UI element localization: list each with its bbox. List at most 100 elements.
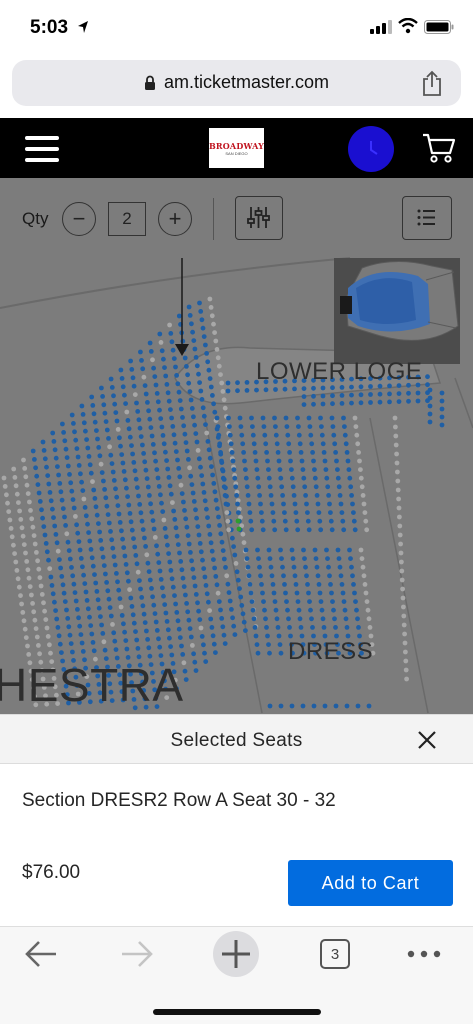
- seat-dot[interactable]: [73, 437, 79, 443]
- seat-dot[interactable]: [65, 539, 71, 545]
- seat-dot[interactable]: [12, 475, 18, 480]
- seat-dot[interactable]: [184, 601, 190, 606]
- seat-dot[interactable]: [396, 505, 402, 511]
- seat-dot[interactable]: [233, 561, 239, 566]
- seat-dot[interactable]: [184, 524, 190, 530]
- seat-dot[interactable]: [349, 564, 354, 570]
- seat-dot[interactable]: [144, 476, 150, 481]
- seat-dot[interactable]: [362, 582, 368, 587]
- seat-dot[interactable]: [249, 415, 254, 421]
- seat-dot[interactable]: [120, 384, 126, 390]
- seat-dot[interactable]: [273, 424, 278, 429]
- seat-dot[interactable]: [239, 603, 245, 608]
- seat-dot[interactable]: [92, 419, 98, 425]
- seat-dot[interactable]: [193, 592, 199, 597]
- seat-dot[interactable]: [300, 703, 306, 709]
- seat-dot[interactable]: [39, 507, 44, 513]
- seat-dot[interactable]: [316, 510, 322, 515]
- seat-dot[interactable]: [295, 415, 300, 421]
- seat-dot[interactable]: [229, 607, 234, 612]
- seat-dot[interactable]: [400, 595, 406, 601]
- seat-dot[interactable]: [232, 632, 238, 637]
- seat-dot[interactable]: [72, 429, 77, 435]
- seat-dot[interactable]: [238, 424, 244, 429]
- seat-dot[interactable]: [123, 638, 129, 643]
- seat-dot[interactable]: [122, 553, 128, 559]
- seat-dot[interactable]: [25, 491, 31, 496]
- seat-dot[interactable]: [184, 448, 190, 454]
- seat-dot[interactable]: [333, 703, 339, 709]
- seat-dot[interactable]: [12, 551, 17, 556]
- seat-dot[interactable]: [286, 616, 291, 622]
- seat-dot[interactable]: [221, 632, 227, 638]
- seat-dot[interactable]: [154, 543, 159, 549]
- seat-dot[interactable]: [217, 523, 223, 528]
- seat-dot[interactable]: [185, 372, 191, 378]
- seat-dot[interactable]: [132, 544, 138, 550]
- seat-dot[interactable]: [76, 539, 82, 544]
- seat-dot[interactable]: [362, 510, 368, 515]
- seat-dot[interactable]: [351, 518, 357, 524]
- seat-dot[interactable]: [146, 569, 152, 574]
- seat-dot[interactable]: [131, 460, 137, 465]
- seat-dot[interactable]: [142, 620, 148, 625]
- seat-dot[interactable]: [173, 601, 179, 607]
- seat-dot[interactable]: [427, 411, 433, 417]
- seat-dot[interactable]: [36, 643, 41, 648]
- seat-dot[interactable]: [115, 503, 121, 508]
- seat-dot[interactable]: [47, 490, 53, 495]
- seat-dot[interactable]: [141, 611, 147, 617]
- seat-dot[interactable]: [235, 518, 241, 524]
- seat-dot[interactable]: [244, 556, 250, 561]
- seat-dot[interactable]: [211, 321, 216, 327]
- seat-dot[interactable]: [293, 510, 299, 515]
- seat-dot[interactable]: [138, 349, 143, 355]
- seat-dot[interactable]: [67, 472, 72, 477]
- seat-dot[interactable]: [341, 599, 347, 604]
- seat-dot[interactable]: [223, 501, 229, 507]
- seat-dot[interactable]: [98, 461, 104, 467]
- seat-dot[interactable]: [74, 446, 80, 451]
- seat-dot[interactable]: [212, 489, 218, 495]
- seat-dot[interactable]: [159, 348, 165, 354]
- seat-dot[interactable]: [187, 389, 193, 394]
- seat-dot[interactable]: [272, 415, 277, 421]
- seat-dot[interactable]: [125, 418, 131, 423]
- seat-dot[interactable]: [305, 518, 311, 524]
- seat-dot[interactable]: [268, 493, 274, 498]
- seat-dot[interactable]: [425, 382, 430, 388]
- seat-dot[interactable]: [306, 527, 312, 533]
- seat-dot[interactable]: [130, 375, 136, 381]
- seat-dot[interactable]: [61, 430, 66, 435]
- seat-dot[interactable]: [94, 428, 99, 433]
- seat-dot[interactable]: [307, 424, 313, 429]
- seat-dot[interactable]: [295, 527, 301, 533]
- seat-dot[interactable]: [305, 582, 310, 587]
- seat-dot[interactable]: [154, 391, 160, 396]
- seat-dot[interactable]: [341, 415, 346, 421]
- seat-dot[interactable]: [269, 501, 275, 507]
- seat-dot[interactable]: [68, 641, 74, 646]
- seat-dot[interactable]: [319, 424, 324, 429]
- seat-dot[interactable]: [201, 490, 207, 495]
- seat-dot[interactable]: [117, 520, 123, 525]
- seat-dot[interactable]: [177, 398, 183, 403]
- seat-dot[interactable]: [25, 567, 31, 573]
- seat-dot[interactable]: [40, 515, 45, 521]
- filter-button[interactable]: [235, 196, 283, 240]
- seat-dot[interactable]: [96, 445, 102, 450]
- seat-dot[interactable]: [190, 643, 195, 648]
- seat-dot[interactable]: [170, 584, 176, 590]
- seat-dot[interactable]: [209, 548, 215, 554]
- seat-dot[interactable]: [158, 492, 163, 498]
- seat-dot[interactable]: [233, 484, 239, 490]
- seat-dot[interactable]: [71, 505, 77, 511]
- seat-dot[interactable]: [255, 547, 260, 553]
- seat-dot[interactable]: [401, 622, 407, 628]
- seat-dot[interactable]: [205, 515, 210, 520]
- seat-dot[interactable]: [318, 527, 324, 533]
- seat-dot[interactable]: [200, 481, 206, 487]
- seat-dot[interactable]: [339, 393, 345, 398]
- seat-dot[interactable]: [41, 448, 47, 453]
- seat-dot[interactable]: [117, 596, 123, 601]
